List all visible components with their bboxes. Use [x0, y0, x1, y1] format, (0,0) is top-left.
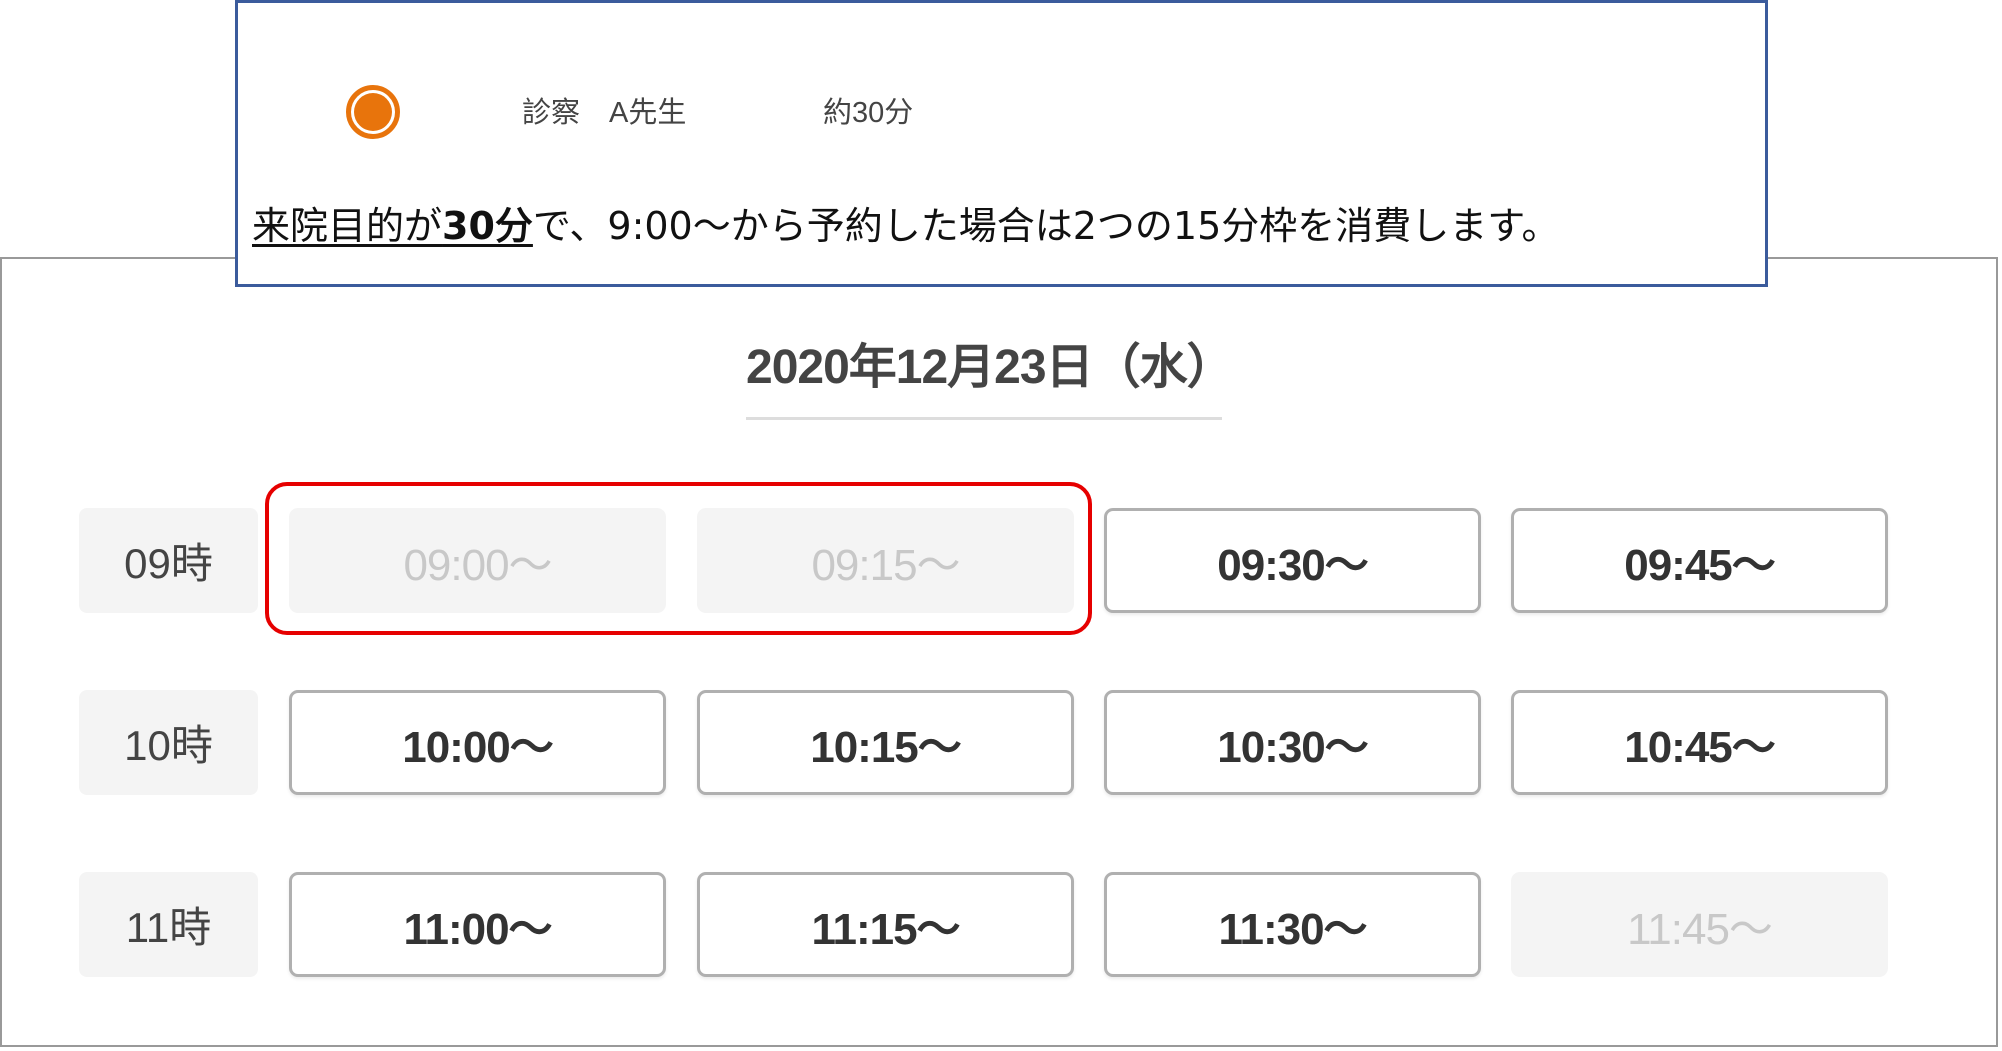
time-slot-0945[interactable]: 09:45～	[1511, 508, 1888, 613]
menu-name: 診察 A先生	[522, 97, 687, 129]
time-slot-1115[interactable]: 11:15～	[697, 872, 1074, 977]
menu-duration: 約30分	[823, 97, 914, 129]
time-slot-1045[interactable]: 10:45～	[1511, 690, 1888, 795]
explanation-emphasis-prefix: 来院目的が	[252, 204, 443, 248]
time-slot-0915: 09:15～	[697, 508, 1074, 613]
date-title-underline	[746, 417, 1222, 420]
explanation-emphasis: 来院目的が30分	[252, 204, 533, 248]
date-title: 2020年12月23日（水）	[746, 341, 1235, 394]
time-slot-1000[interactable]: 10:00～	[289, 690, 666, 795]
time-slot-1130[interactable]: 11:30～	[1104, 872, 1481, 977]
time-slot-1145: 11:45～	[1511, 872, 1888, 977]
hour-label-11: 11時	[79, 872, 258, 977]
hour-label-09: 09時	[79, 508, 258, 613]
time-slot-1030[interactable]: 10:30～	[1104, 690, 1481, 795]
radio-dot-icon	[354, 93, 392, 131]
time-slot-0930[interactable]: 09:30～	[1104, 508, 1481, 613]
time-slot-1015[interactable]: 10:15～	[697, 690, 1074, 795]
time-slot-1100[interactable]: 11:00～	[289, 872, 666, 977]
time-slot-0900: 09:00～	[289, 508, 666, 613]
explanation-rest: で、9:00～から予約した場合は2つの15分枠を消費します。	[532, 204, 1560, 248]
explanation-text: 来院目的が30分で、9:00～から予約した場合は2つの15分枠を消費します。	[252, 198, 1559, 254]
explanation-emphasis-value: 30分	[442, 204, 533, 248]
hour-label-10: 10時	[79, 690, 258, 795]
